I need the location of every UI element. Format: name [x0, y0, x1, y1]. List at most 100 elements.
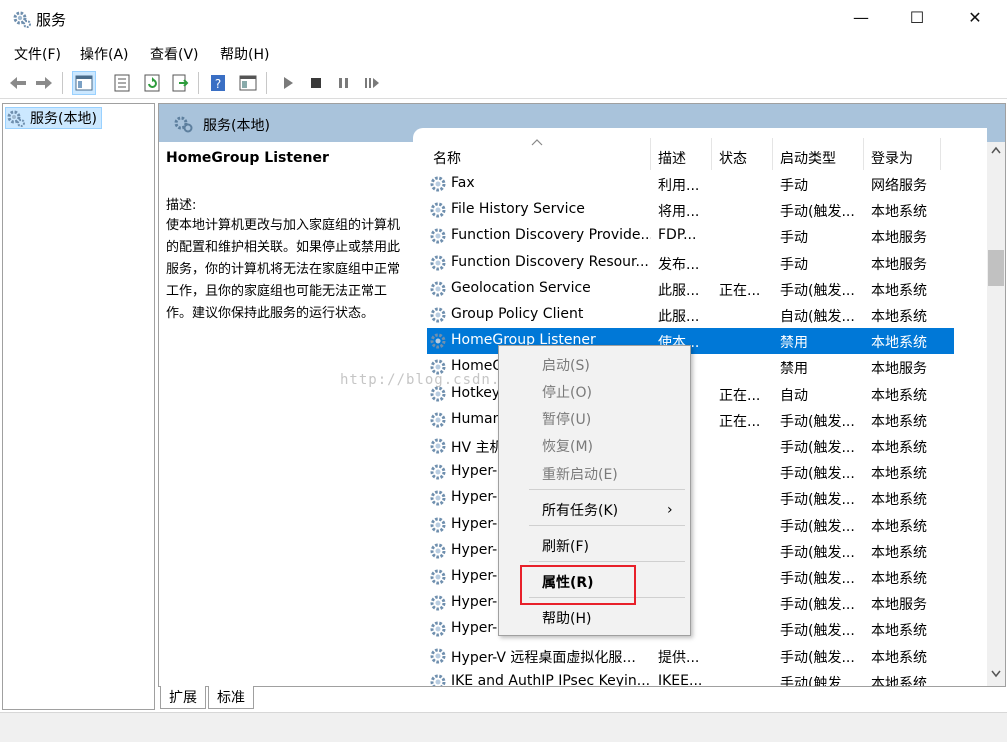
service-status-cell: 正在...: [719, 387, 761, 404]
service-row[interactable]: Geolocation Service 此服... 正在... 手动(触发... 本地系…: [427, 276, 954, 302]
service-startup-cell: 手动(触发...: [780, 440, 855, 456]
minimize-button[interactable]: —: [838, 0, 884, 34]
close-button[interactable]: ✕: [952, 0, 998, 34]
scroll-up-icon[interactable]: [991, 146, 1001, 154]
service-logon-cell: 本地系统: [871, 282, 927, 299]
ctx-pause[interactable]: 暂停(U): [542, 409, 591, 429]
menu-action[interactable]: 操作(A): [80, 44, 129, 64]
service-desc-cell: 此服...: [658, 282, 700, 299]
service-desc-cell: 发布...: [658, 256, 700, 273]
service-desc-cell: 将用...: [658, 204, 700, 221]
ctx-resume[interactable]: 恢复(M): [542, 436, 593, 456]
show-hide-tree-icon[interactable]: [72, 71, 96, 95]
service-row[interactable]: Fax 利用... 手动 网络服务: [427, 171, 954, 197]
menu-file[interactable]: 文件(F): [14, 44, 61, 64]
service-logon-cell: 本地系统: [871, 440, 927, 456]
selected-service-title: HomeGroup Listener: [166, 150, 329, 166]
scroll-down-icon[interactable]: [991, 670, 1001, 678]
service-logon-cell: 本地系统: [871, 466, 927, 483]
back-arrow-icon[interactable]: [6, 71, 30, 95]
refresh-icon[interactable]: [140, 71, 164, 95]
service-name-cell: Hyper-V 远程桌面虚拟化服...: [451, 649, 636, 666]
service-gear-icon: [429, 175, 447, 193]
start-service-icon[interactable]: [276, 71, 300, 95]
tab-standard[interactable]: 标准: [208, 686, 254, 709]
description-text: 使本地计算机更改与加入家庭组的计算机的配置和维护相关联。如果停止或禁用此服务，你…: [166, 218, 401, 321]
tree-node-services-local[interactable]: 服务(本地): [5, 107, 102, 129]
pause-service-icon[interactable]: [332, 71, 356, 95]
service-gear-icon: [429, 227, 447, 245]
service-logon-cell: 本地系统: [871, 675, 927, 686]
help-icon[interactable]: ?: [206, 71, 230, 95]
restart-service-icon[interactable]: [360, 71, 384, 95]
vertical-scrollbar[interactable]: [987, 142, 1005, 686]
service-gear-icon: [429, 306, 447, 324]
service-startup-cell: 手动(触发...: [780, 597, 855, 614]
service-desc-cell: 提供...: [658, 649, 700, 666]
service-startup-cell: 手动(触发...: [780, 492, 855, 509]
column-header-startup-type[interactable]: 启动类型: [780, 148, 836, 168]
service-name-cell: Group Policy Client: [451, 306, 584, 322]
forward-arrow-icon[interactable]: [32, 71, 56, 95]
service-logon-cell: 本地服务: [871, 230, 927, 247]
service-logon-cell: 本地系统: [871, 544, 927, 561]
column-header-name[interactable]: 名称: [433, 148, 461, 168]
service-logon-cell: 本地系统: [871, 649, 927, 666]
services-magnifier-icon: [174, 116, 193, 133]
service-name-cell: IKE and AuthIP IPsec Keyin...: [451, 672, 651, 686]
service-row[interactable]: File History Service 将用... 手动(触发... 本地系统: [427, 197, 954, 223]
svg-text:?: ?: [215, 77, 221, 91]
service-name-cell: File History Service: [451, 201, 585, 218]
service-startup-cell: 手动(触发...: [780, 649, 855, 666]
service-gear-icon: [429, 594, 447, 612]
ctx-all-tasks[interactable]: 所有任务(K): [542, 500, 618, 520]
ctx-restart[interactable]: 重新启动(E): [542, 464, 618, 484]
stop-service-icon[interactable]: [304, 71, 328, 95]
service-logon-cell: 本地系统: [871, 413, 927, 430]
service-logon-cell: 本地服务: [871, 256, 927, 273]
console-view-icon[interactable]: [236, 71, 260, 95]
service-logon-cell: 本地系统: [871, 623, 927, 640]
service-gear-icon: [429, 201, 447, 219]
service-logon-cell: 网络服务: [871, 178, 927, 194]
service-gear-icon: [429, 516, 447, 534]
column-header-status[interactable]: 状态: [719, 148, 747, 168]
submenu-arrow-icon: ›: [667, 502, 673, 518]
service-startup-cell: 手动: [780, 256, 808, 273]
menu-view[interactable]: 查看(V): [150, 44, 199, 64]
service-logon-cell: 本地系统: [871, 335, 927, 352]
ctx-start[interactable]: 启动(S): [542, 355, 590, 375]
ctx-stop[interactable]: 停止(O): [542, 382, 592, 402]
service-row[interactable]: Group Policy Client 此服... 自动(触发... 本地系统: [427, 302, 954, 328]
service-startup-cell: 自动: [780, 387, 808, 404]
window-title: 服务: [36, 11, 67, 29]
service-row[interactable]: IKE and AuthIP IPsec Keyin... IKEE... 手动(触…: [427, 669, 954, 686]
service-logon-cell: 本地服务: [871, 361, 927, 378]
service-gear-icon: [429, 647, 447, 665]
service-row[interactable]: Function Discovery Resour... 发布... 手动 本地服务: [427, 250, 954, 276]
service-desc-cell: IKEE...: [658, 672, 703, 686]
service-gear-icon: [429, 620, 447, 638]
service-desc-cell: FDP...: [658, 227, 697, 244]
title-bar: 服务 — ☐ ✕: [0, 0, 1007, 38]
export-list-icon[interactable]: [168, 71, 192, 95]
service-row[interactable]: Hyper-V 远程桌面虚拟化服... 提供... 手动(触发... 本地系统: [427, 643, 954, 669]
service-gear-icon: [429, 437, 447, 455]
services-gear-icon: [13, 11, 31, 28]
status-bar: [0, 712, 1007, 742]
service-startup-cell: 手动(触发...: [780, 544, 855, 561]
scrollbar-thumb[interactable]: [988, 250, 1004, 286]
maximize-button[interactable]: ☐: [894, 0, 940, 34]
column-header-log-on-as[interactable]: 登录为: [871, 148, 913, 168]
column-header-description[interactable]: 描述: [658, 148, 686, 168]
ctx-refresh[interactable]: 刷新(F): [542, 536, 589, 556]
service-startup-cell: 手动: [780, 178, 808, 194]
ctx-help[interactable]: 帮助(H): [542, 608, 591, 628]
service-gear-icon: [429, 411, 447, 429]
service-row[interactable]: Function Discovery Provide... FDP... 手动 本地服…: [427, 223, 954, 249]
menu-help[interactable]: 帮助(H): [220, 44, 269, 64]
console-tree: 服务(本地): [2, 103, 155, 710]
tab-extended[interactable]: 扩展: [160, 686, 206, 709]
service-name-cell: Function Discovery Resour...: [451, 253, 649, 270]
properties-sheet-icon[interactable]: [110, 71, 134, 95]
